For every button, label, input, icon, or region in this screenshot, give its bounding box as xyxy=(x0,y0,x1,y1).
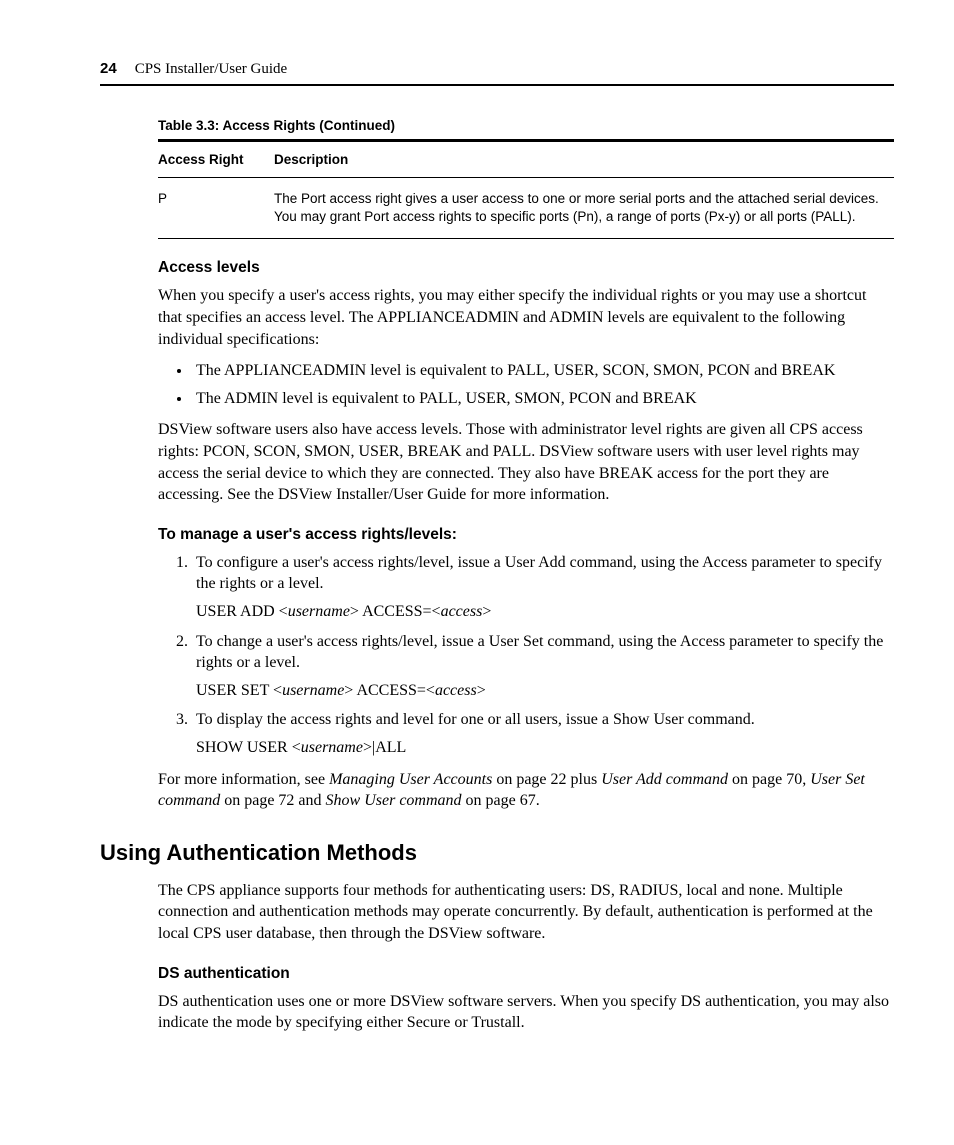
table-head-access-right: Access Right xyxy=(158,141,274,178)
command-line: USER ADD <username> ACCESS=<access> xyxy=(196,601,894,623)
command-line: USER SET <username> ACCESS=<access> xyxy=(196,680,894,702)
cmd-arg: username xyxy=(301,739,363,756)
cmd-part: > xyxy=(482,603,491,620)
ds-auth-body: DS authentication uses one or more DSVie… xyxy=(158,991,894,1034)
step-item: To display the access rights and level f… xyxy=(192,709,894,758)
table-head-description: Description xyxy=(274,141,894,178)
step-item: To change a user's access rights/level, … xyxy=(192,631,894,702)
cmd-part: > ACCESS=< xyxy=(350,603,441,620)
doc-title: CPS Installer/User Guide xyxy=(135,61,287,78)
ref-link: Show User command xyxy=(326,792,462,809)
cmd-part: >|ALL xyxy=(363,739,406,756)
step-item: To configure a user's access rights/leve… xyxy=(192,552,894,623)
cmd-arg: username xyxy=(288,603,350,620)
cell-description: The Port access right gives a user acces… xyxy=(274,178,894,239)
text-part: on page 67. xyxy=(462,792,540,809)
table-row: P The Port access right gives a user acc… xyxy=(158,178,894,239)
more-info-paragraph: For more information, see Managing User … xyxy=(158,769,894,812)
ref-link: User Add command xyxy=(601,771,728,788)
step-text: To change a user's access rights/level, … xyxy=(196,633,883,672)
cmd-part: SHOW USER < xyxy=(196,739,301,756)
list-item: The APPLIANCEADMIN level is equivalent t… xyxy=(192,360,894,382)
step-text: To configure a user's access rights/leve… xyxy=(196,554,882,593)
ds-auth-heading: DS authentication xyxy=(158,965,894,983)
list-item: The ADMIN level is equivalent to PALL, U… xyxy=(192,388,894,410)
cell-access-right: P xyxy=(158,178,274,239)
text-part: on page 70, xyxy=(728,771,810,788)
cmd-arg: username xyxy=(282,682,344,699)
text-part: on page 22 plus xyxy=(492,771,601,788)
table-caption: Table 3.3: Access Rights (Continued) xyxy=(158,118,894,133)
cmd-arg: access xyxy=(435,682,477,699)
manage-rights-steps: To configure a user's access rights/leve… xyxy=(158,552,894,759)
text-part: on page 72 and xyxy=(220,792,325,809)
step-text: To display the access rights and level f… xyxy=(196,711,755,728)
text-part: For more information, see xyxy=(158,771,329,788)
cmd-part: > xyxy=(477,682,486,699)
cmd-part: USER SET < xyxy=(196,682,282,699)
page-header: 24 CPS Installer/User Guide xyxy=(100,60,894,86)
command-line: SHOW USER <username>|ALL xyxy=(196,737,894,759)
access-levels-intro: When you specify a user's access rights,… xyxy=(158,285,894,350)
auth-intro: The CPS appliance supports four methods … xyxy=(158,880,894,945)
cmd-part: > ACCESS=< xyxy=(344,682,435,699)
access-levels-bullets: The APPLIANCEADMIN level is equivalent t… xyxy=(158,360,894,409)
ref-link: Managing User Accounts xyxy=(329,771,492,788)
dsview-paragraph: DSView software users also have access l… xyxy=(158,419,894,505)
cmd-part: USER ADD < xyxy=(196,603,288,620)
access-rights-table: Access Right Description P The Port acce… xyxy=(158,139,894,239)
access-levels-heading: Access levels xyxy=(158,259,894,277)
auth-methods-heading: Using Authentication Methods xyxy=(100,840,894,866)
cmd-arg: access xyxy=(441,603,483,620)
access-rights-table-block: Table 3.3: Access Rights (Continued) Acc… xyxy=(158,118,894,239)
manage-rights-heading: To manage a user's access rights/levels: xyxy=(158,526,894,544)
page-number: 24 xyxy=(100,60,117,77)
